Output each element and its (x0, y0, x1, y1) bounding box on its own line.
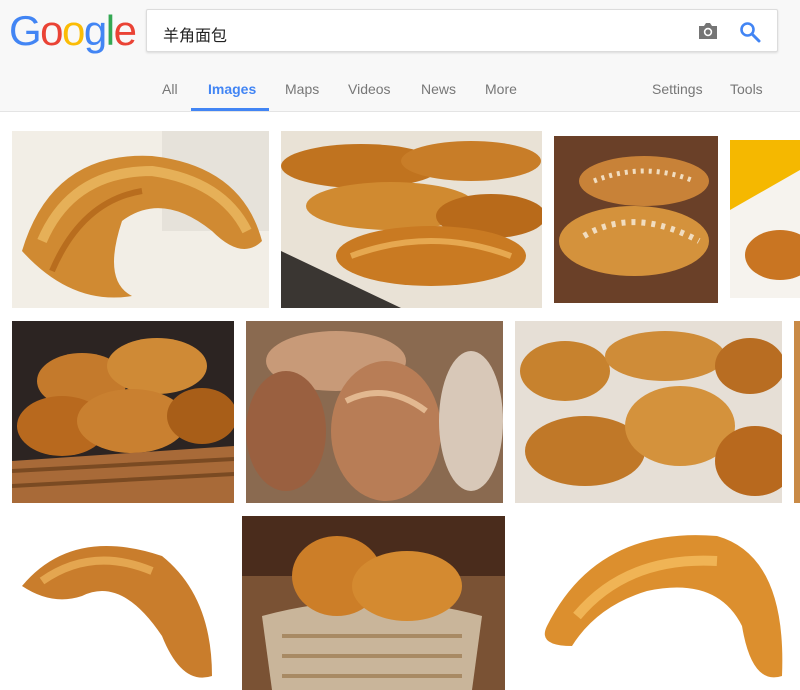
search-input[interactable]: 羊角面包 (163, 22, 227, 46)
google-logo[interactable]: Google (9, 5, 137, 57)
tab-tools[interactable]: Tools (730, 81, 763, 97)
logo-letter: o (62, 7, 85, 54)
camera-icon[interactable] (697, 21, 719, 41)
image-result[interactable] (515, 321, 782, 503)
logo-letter: o (40, 7, 63, 54)
image-result[interactable] (242, 516, 505, 690)
image-result[interactable] (281, 131, 542, 308)
logo-letter: e (113, 7, 137, 54)
image-result[interactable] (517, 516, 800, 690)
image-result[interactable] (730, 140, 800, 298)
tab-videos[interactable]: Videos (348, 81, 391, 97)
logo-letter: G (9, 7, 42, 54)
header: Google 羊角面包 All Images Maps Videos News … (0, 0, 800, 112)
logo-letter: g (83, 7, 107, 54)
tab-all[interactable]: All (162, 81, 178, 97)
logo-letter: l (105, 7, 115, 54)
search-icon[interactable] (739, 21, 761, 43)
tab-settings[interactable]: Settings (652, 81, 703, 97)
image-result[interactable] (246, 321, 503, 503)
image-result[interactable] (794, 321, 800, 503)
search-tabs: All Images Maps Videos News More Setting… (0, 70, 800, 111)
tab-images[interactable]: Images (208, 81, 256, 97)
tab-maps[interactable]: Maps (285, 81, 319, 97)
image-result[interactable] (12, 321, 234, 503)
tab-more[interactable]: More (485, 81, 517, 97)
image-result[interactable] (12, 131, 269, 308)
image-result[interactable] (12, 516, 230, 690)
active-tab-indicator (191, 108, 269, 111)
image-result[interactable] (554, 136, 718, 303)
search-box[interactable]: 羊角面包 (146, 9, 778, 52)
tab-news[interactable]: News (421, 81, 456, 97)
